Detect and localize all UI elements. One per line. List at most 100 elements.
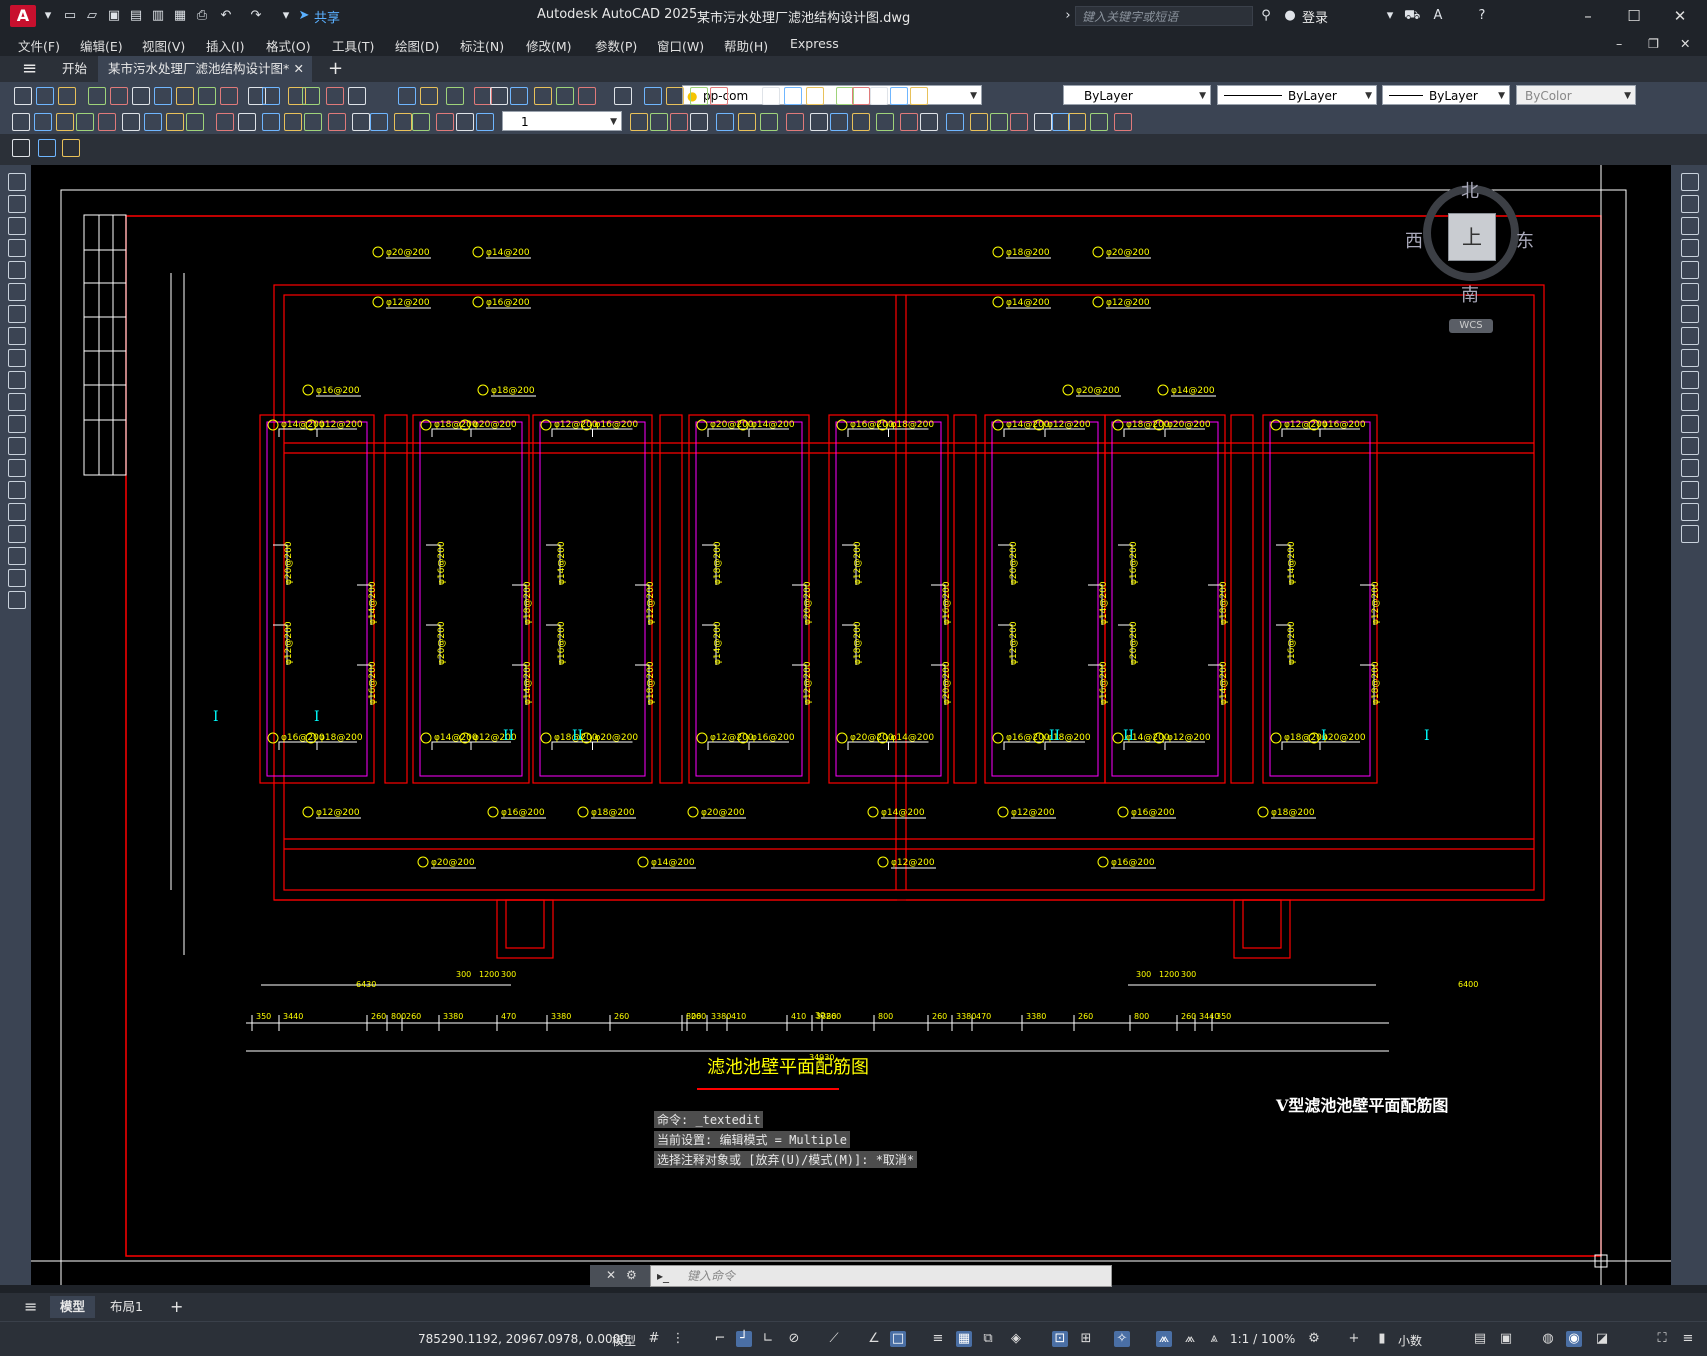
- plotstyle-dropdown[interactable]: ByColor ▼: [1516, 85, 1636, 105]
- paste-icon[interactable]: [910, 87, 928, 105]
- zoom-icon[interactable]: [666, 87, 684, 105]
- annotation-visibility-icon[interactable]: ⩕: [1156, 1331, 1172, 1347]
- help-icon[interactable]: [326, 87, 344, 105]
- tolerance-icon[interactable]: [990, 113, 1008, 131]
- grid-icon[interactable]: #: [646, 1331, 662, 1347]
- viewcube[interactable]: 上 北 南 东 西 WCS: [1401, 177, 1541, 333]
- web-mobile-icon[interactable]: ▥: [150, 8, 166, 24]
- dimedit-icon[interactable]: [716, 113, 734, 131]
- angular-dim-icon[interactable]: [144, 113, 162, 131]
- extend-icon[interactable]: [1681, 393, 1699, 411]
- selection-filter-icon[interactable]: ⊞: [1078, 1331, 1094, 1347]
- tolerance-icon[interactable]: [670, 113, 688, 131]
- linear-dim-icon[interactable]: [328, 113, 346, 131]
- blend-icon[interactable]: [1681, 503, 1699, 521]
- gradient-icon[interactable]: [8, 503, 26, 521]
- cut-icon[interactable]: [870, 87, 888, 105]
- menu-express[interactable]: Express: [790, 36, 839, 51]
- diameter-dim-icon[interactable]: [436, 113, 454, 131]
- circle-icon[interactable]: [8, 305, 26, 323]
- fillet-icon[interactable]: [1681, 481, 1699, 499]
- menu-help[interactable]: 帮助(H): [724, 36, 768, 55]
- center-mark-icon[interactable]: [262, 113, 280, 131]
- continue-dim-icon[interactable]: [946, 113, 964, 131]
- command-input[interactable]: ▸_ 键入命令: [650, 1265, 1112, 1287]
- explode-icon[interactable]: [1681, 525, 1699, 543]
- mirror-icon[interactable]: [1681, 217, 1699, 235]
- customization-icon[interactable]: ≡: [1680, 1331, 1696, 1347]
- undo-icon[interactable]: [578, 87, 596, 105]
- viewcube-top-face[interactable]: 上: [1448, 213, 1496, 261]
- stretch-icon[interactable]: [1681, 349, 1699, 367]
- save-icon[interactable]: [806, 87, 824, 105]
- viewcube-south[interactable]: 南: [1461, 281, 1479, 307]
- menu-parametric[interactable]: 参数(P): [595, 36, 637, 55]
- tab-start[interactable]: 开始: [52, 56, 97, 82]
- share-icon[interactable]: ➤: [296, 8, 312, 24]
- drawing-canvas[interactable]: φ14@200 φ12@200 φ16@200 φ18@200 φ20@200 φ14@2…: [31, 165, 1671, 1285]
- match-properties-icon[interactable]: [556, 87, 574, 105]
- center-mark-icon[interactable]: [1010, 113, 1028, 131]
- arc-dim-icon[interactable]: [1114, 113, 1132, 131]
- autodesk-app-icon[interactable]: A: [1430, 8, 1446, 24]
- open-file-icon[interactable]: ▱: [84, 8, 100, 24]
- aligned-dim-icon[interactable]: [786, 113, 804, 131]
- search-expand-icon[interactable]: ›: [1060, 8, 1076, 24]
- ordinate-dim-icon[interactable]: [76, 113, 94, 131]
- annotation-monitor-icon[interactable]: +: [1346, 1331, 1362, 1347]
- doc-restore-button[interactable]: ❐: [1648, 36, 1659, 51]
- viewcube-west[interactable]: 西: [1405, 227, 1423, 253]
- cart-icon[interactable]: ⛟: [1404, 8, 1420, 24]
- doc-minimize-button[interactable]: –: [1616, 36, 1622, 51]
- annotation-scale-value[interactable]: 1:1 / 100%: [1230, 1332, 1295, 1346]
- model-space-toggle[interactable]: 模型: [612, 1332, 636, 1349]
- quick-properties-icon[interactable]: ▤: [1472, 1331, 1488, 1347]
- viewcube-east[interactable]: 东: [1516, 227, 1534, 253]
- rotate-icon[interactable]: [1681, 305, 1699, 323]
- construction-line-icon[interactable]: [8, 195, 26, 213]
- share-button[interactable]: 共享: [314, 7, 340, 26]
- angle-icon[interactable]: ∠: [866, 1331, 882, 1347]
- ellipse-icon[interactable]: [8, 371, 26, 389]
- arc-dim-icon[interactable]: [56, 113, 74, 131]
- menu-tools[interactable]: 工具(T): [332, 36, 374, 55]
- isolate-objects-icon[interactable]: ◍: [1540, 1331, 1556, 1347]
- save-icon[interactable]: ▣: [106, 8, 122, 24]
- viewcube-north[interactable]: 北: [1461, 177, 1479, 203]
- preview-icon[interactable]: [110, 87, 128, 105]
- radius-dim-icon[interactable]: [412, 113, 430, 131]
- add-selected-icon[interactable]: [8, 591, 26, 609]
- user-icon[interactable]: ●: [1282, 8, 1298, 24]
- open-icon[interactable]: [36, 87, 54, 105]
- isometric-icon[interactable]: ⊘: [786, 1331, 802, 1347]
- graphics-performance-icon[interactable]: ◉: [1566, 1331, 1582, 1347]
- aligned-dim-icon[interactable]: [352, 113, 370, 131]
- web-open-icon[interactable]: ▦: [172, 8, 188, 24]
- lineweight-dropdown[interactable]: ByLayer ▼: [1382, 85, 1510, 105]
- angular-dim-icon[interactable]: [900, 113, 918, 131]
- rectangle-icon[interactable]: [8, 261, 26, 279]
- move-icon[interactable]: [1681, 283, 1699, 301]
- dimedit-icon[interactable]: [284, 113, 302, 131]
- redo-icon[interactable]: ↷: [248, 8, 264, 24]
- new-file-icon[interactable]: ▭: [62, 8, 78, 24]
- match-properties-icon[interactable]: [198, 87, 216, 105]
- coordinates-readout[interactable]: 785290.1192, 20967.0978, 0.0000: [418, 1332, 628, 1346]
- region-icon[interactable]: [8, 525, 26, 543]
- new-icon[interactable]: [14, 87, 32, 105]
- aligned-dim-icon[interactable]: [1090, 113, 1108, 131]
- tab-model[interactable]: 模型: [50, 1296, 96, 1318]
- revcloud-icon[interactable]: [8, 327, 26, 345]
- tolerance-icon[interactable]: [238, 113, 256, 131]
- radius-dim-icon[interactable]: [98, 113, 116, 131]
- print-icon[interactable]: [446, 87, 464, 105]
- express-text-icon[interactable]: [62, 139, 80, 157]
- polyline-icon[interactable]: [8, 217, 26, 235]
- wcs-menu[interactable]: WCS: [1449, 319, 1493, 333]
- erase-icon[interactable]: [1681, 173, 1699, 191]
- annotation-scale-icon[interactable]: ⩓: [1206, 1331, 1222, 1347]
- login-button[interactable]: 登录: [1302, 7, 1328, 26]
- leader-icon[interactable]: [970, 113, 988, 131]
- ortho-icon[interactable]: ┘: [736, 1331, 752, 1347]
- pan-icon[interactable]: [644, 87, 662, 105]
